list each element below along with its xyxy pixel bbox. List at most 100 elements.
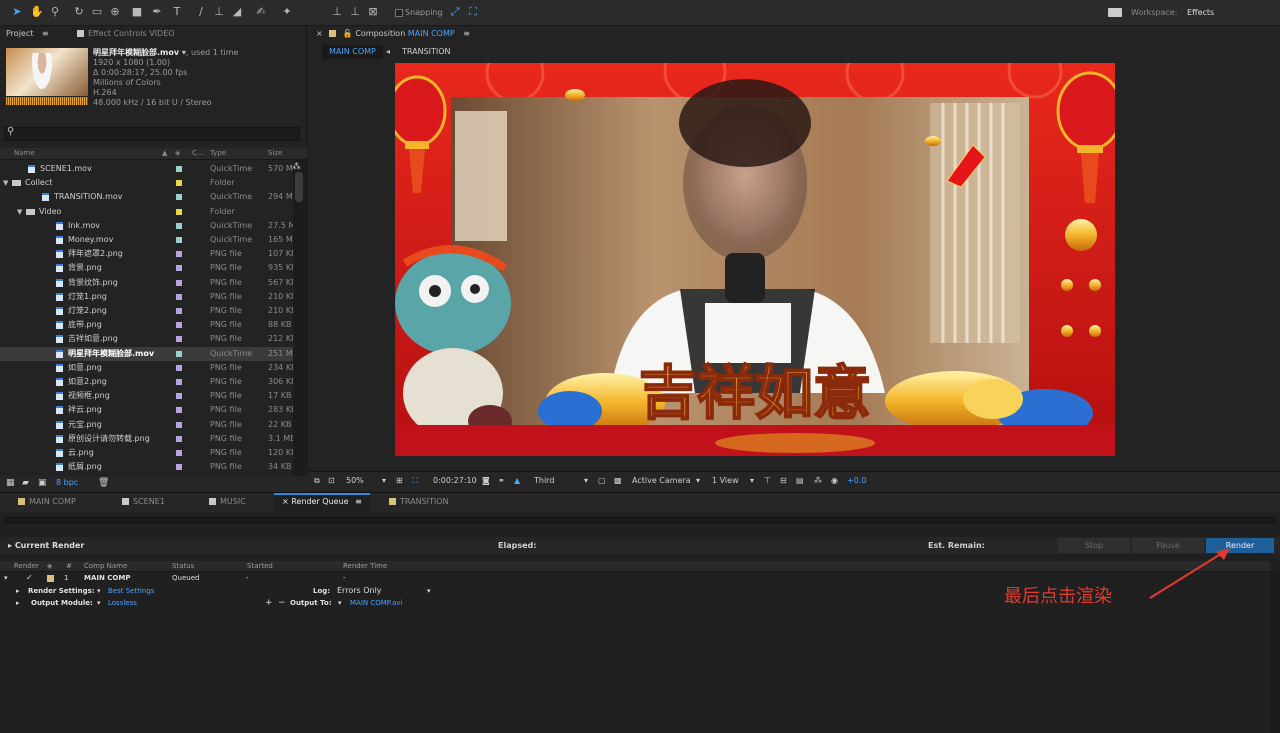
column-comp-name[interactable]: Comp Name [84, 562, 127, 570]
safe-margins-icon[interactable]: ⊡ [328, 476, 335, 485]
column-started[interactable]: Started [247, 562, 273, 570]
tag-icon[interactable]: ◈ [47, 562, 52, 570]
project-folder-row[interactable]: ▼ Collect Folder [0, 176, 293, 190]
flowchart-icon[interactable]: ⁂ [814, 476, 822, 485]
composition-viewer[interactable]: 吉祥如意 [395, 63, 1115, 456]
expand-triangle-icon[interactable]: ▸ [16, 587, 20, 595]
project-item-row[interactable]: 灯笼1.png PNG file 210 KB [0, 290, 297, 304]
label-color-swatch[interactable] [176, 237, 182, 243]
snap-options-icon[interactable]: ⤢ [448, 5, 462, 19]
puppet-tool-icon[interactable]: ✦ [280, 5, 294, 19]
expand-triangle-icon[interactable]: ▸ [16, 599, 20, 607]
breadcrumb-main-comp[interactable]: MAIN COMP [322, 45, 383, 59]
chevron-down-icon[interactable]: ▾ [97, 599, 101, 607]
tag-icon[interactable]: ◈ [175, 149, 180, 157]
project-item-row[interactable]: 原创设计请勿转载.png PNG file 3.1 MB [0, 432, 296, 446]
trash-icon[interactable]: 🗑 [98, 478, 109, 488]
label-color-swatch[interactable] [176, 350, 182, 357]
label-color-swatch[interactable] [176, 379, 182, 385]
workspace-selector[interactable]: Effects [1187, 8, 1214, 17]
chevron-down-icon[interactable]: ▾ [338, 599, 342, 607]
project-item-row[interactable]: 云.png PNG file 120 KB [0, 446, 297, 460]
project-item-row[interactable]: 如意.png PNG file 234 KB [0, 361, 297, 375]
project-item-row[interactable]: Money.mov QuickTime 165 MB [0, 233, 298, 247]
panel-menu-icon[interactable]: ≡ [355, 497, 362, 506]
project-item-row[interactable]: TRANSITION.mov QuickTime 294 MB [0, 190, 298, 204]
render-checkbox[interactable]: ✓ [26, 573, 33, 582]
output-module-link[interactable]: Lossless [108, 599, 137, 607]
label-color-swatch[interactable] [176, 450, 182, 456]
exposure-reset-icon[interactable]: ◉ [831, 476, 838, 485]
channel-icon[interactable]: ▲ [514, 476, 520, 485]
label-color-swatch[interactable] [176, 194, 182, 201]
project-item-row[interactable]: 纸屑.png PNG file 34 KB [0, 460, 293, 474]
label-color-swatch[interactable] [176, 364, 182, 371]
roto-brush-tool-icon[interactable]: ✍ [254, 5, 268, 19]
region-of-interest-icon[interactable]: ▢ [598, 476, 606, 485]
project-item-row[interactable]: 灯笼2.png PNG file 210 KB [0, 304, 297, 318]
chevron-down-icon[interactable]: ▾ [97, 587, 101, 595]
project-item-row[interactable]: 视频框.png PNG file 17 KB [0, 389, 293, 403]
sort-arrow-icon[interactable]: ▲ [162, 149, 167, 157]
stop-button[interactable]: Stop [1058, 538, 1130, 553]
resolution-selector[interactable]: Third [534, 476, 554, 485]
rotate-tool-icon[interactable]: ↻ [72, 5, 86, 19]
expand-triangle-icon[interactable]: ▾ [4, 574, 8, 582]
close-icon[interactable]: × [316, 29, 323, 38]
camera-view-selector[interactable]: Active Camera [632, 476, 691, 485]
render-queue-scrollbar[interactable] [1270, 572, 1280, 733]
transparency-grid-icon[interactable]: ▩ [614, 476, 622, 485]
tab-main-comp[interactable]: MAIN COMP [18, 494, 76, 510]
hand-tool-icon[interactable]: ✋ [30, 5, 44, 19]
new-composition-icon[interactable]: ▣ [38, 478, 47, 488]
lock-icon[interactable]: 🔓 [343, 29, 353, 38]
world-axis-icon[interactable]: ⊥ [348, 5, 362, 19]
column-number[interactable]: # [66, 562, 72, 570]
mask-visibility-icon[interactable]: ⛶ [412, 476, 418, 486]
label-color-swatch[interactable] [176, 279, 182, 286]
label-color-swatch[interactable] [176, 208, 182, 215]
remove-output-module-icon[interactable]: − [278, 598, 286, 608]
pen-tool-icon[interactable]: ✒ [150, 5, 164, 19]
interpret-footage-icon[interactable]: ▦ [6, 478, 15, 488]
label-color-swatch[interactable] [176, 464, 182, 471]
column-render[interactable]: Render [14, 562, 39, 570]
project-item-row[interactable]: 底带.png PNG file 88 KB [0, 318, 293, 332]
chevron-down-icon[interactable]: ▾ [584, 476, 588, 485]
tab-project[interactable]: Project ≡ [6, 26, 49, 42]
brush-tool-icon[interactable]: ∕ [194, 5, 208, 19]
view-layout-selector[interactable]: 1 View [712, 476, 739, 485]
zoom-tool-icon[interactable]: ⚲ [48, 5, 62, 19]
label-color-swatch[interactable] [176, 421, 182, 428]
chevron-down-icon[interactable]: ▾ [696, 476, 700, 485]
project-scrollbar[interactable] [293, 160, 305, 476]
always-preview-icon[interactable]: ⧉ [314, 476, 320, 486]
exposure-value[interactable]: +0.0 [847, 476, 866, 485]
project-item-row[interactable]: 背景.png PNG file 935 KB [0, 261, 297, 275]
label-color-swatch[interactable] [176, 336, 182, 343]
project-item-row[interactable]: 拜年遮罩2.png PNG file 107 KB [0, 247, 297, 261]
new-folder-icon[interactable]: ▰ [22, 478, 29, 488]
column-size[interactable]: Size [268, 149, 282, 157]
label-color-swatch[interactable] [176, 393, 182, 400]
column-type[interactable]: Type [210, 149, 226, 157]
panel-menu-icon[interactable]: ≡ [463, 29, 470, 38]
selection-tool-icon[interactable]: ➤ [10, 5, 24, 19]
bit-depth-button[interactable]: 8 bpc [56, 478, 78, 487]
local-axis-icon[interactable]: ⊥ [330, 5, 344, 19]
column-name[interactable]: Name [14, 149, 35, 157]
project-item-row[interactable]: SCENE1.mov QuickTime 570 MB [0, 162, 298, 176]
grid-icon[interactable]: ⊞ [396, 476, 403, 485]
camera-tool-icon[interactable]: ▭ [90, 5, 104, 19]
clone-stamp-tool-icon[interactable]: ⊥ [212, 5, 226, 19]
tab-render-queue[interactable]: × Render Queue ≡ [282, 494, 362, 510]
project-item-row[interactable]: 明星拜年模糊脸部.mov QuickTime 251 MB [0, 346, 298, 361]
expand-triangle-icon[interactable]: ▼ [17, 205, 22, 219]
snap-edges-icon[interactable]: ⛶ [466, 5, 480, 19]
tab-scene1[interactable]: SCENE1 [122, 494, 165, 510]
project-item-row[interactable]: 吉祥如意.png PNG file 212 KB [0, 332, 297, 346]
expand-triangle-icon[interactable]: ▼ [3, 176, 8, 190]
type-tool-icon[interactable]: T [170, 5, 184, 19]
tab-composition[interactable]: × 🔓 Composition MAIN COMP ≡ [316, 26, 470, 42]
tab-effect-controls[interactable]: Effect Controls VIDEO [77, 26, 175, 42]
